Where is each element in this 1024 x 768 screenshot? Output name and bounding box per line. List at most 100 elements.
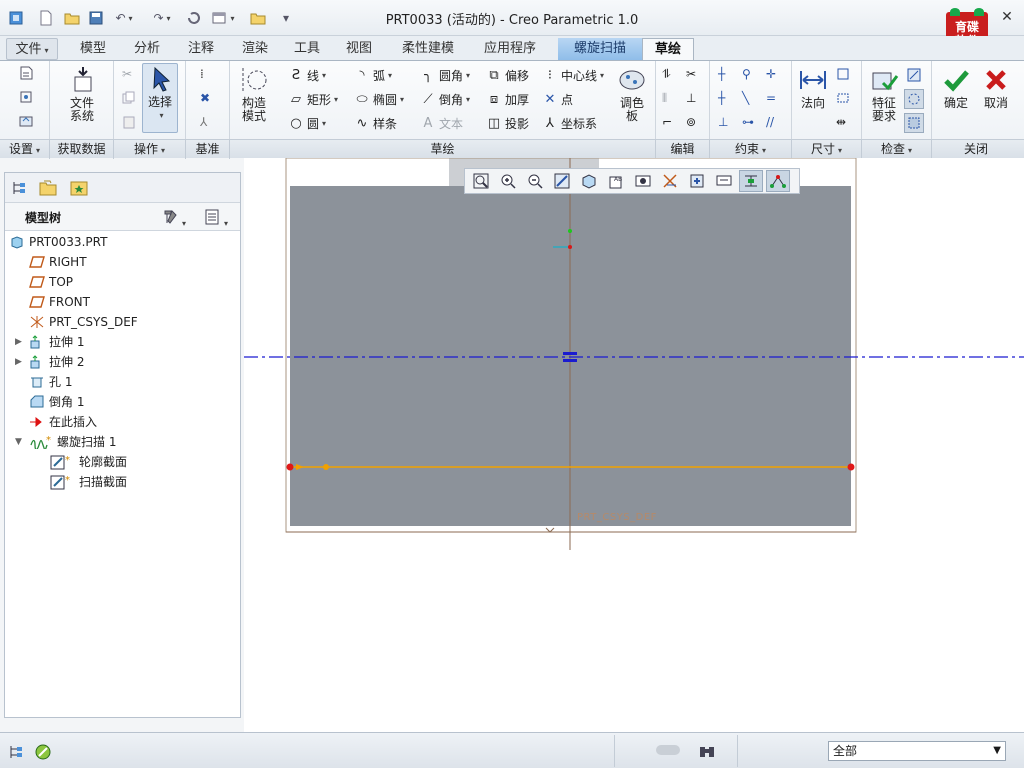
reference-dim-icon[interactable]: [836, 91, 850, 105]
sketch-view-icon[interactable]: [18, 113, 34, 129]
arc-tool[interactable]: ◝ 弧 ▾: [354, 67, 392, 84]
tree-node-csys[interactable]: PRT_CSYS_DEF: [29, 313, 138, 331]
perimeter-icon[interactable]: [836, 67, 850, 81]
zoom-out-icon[interactable]: [523, 170, 547, 192]
tab-annotate[interactable]: 注释: [174, 38, 228, 60]
tab-render[interactable]: 渲染: [228, 38, 282, 60]
endpoint-right[interactable]: [847, 463, 855, 471]
tree-node-part[interactable]: PRT0033.PRT: [9, 233, 107, 251]
selection-filter[interactable]: 全部 ▼: [828, 741, 1006, 761]
select-button[interactable]: 选择 ▾: [142, 63, 178, 133]
project-tool[interactable]: ◫ 投影: [486, 115, 529, 132]
tab-analysis[interactable]: 分析: [120, 38, 174, 60]
references-icon[interactable]: [18, 89, 34, 105]
tree-node-chamfer-1[interactable]: 倒角 1: [29, 393, 84, 411]
file-system-button[interactable]: 文件 系统: [58, 65, 106, 123]
tree-node-sweep-section[interactable]: * 扫描截面: [49, 473, 127, 491]
tangent-constraint-icon[interactable]: ⚲: [742, 67, 751, 81]
divide-icon[interactable]: ✂: [686, 67, 696, 81]
normal-dimension-button[interactable]: 法向: [796, 65, 830, 110]
vertical-constraint-icon[interactable]: ┼: [718, 67, 725, 81]
datum-point-icon[interactable]: ✖: [200, 91, 210, 105]
expand-arrow-icon[interactable]: ▶: [15, 337, 22, 347]
tab-view[interactable]: 视图: [334, 38, 384, 60]
browser-toggle-icon[interactable]: [34, 743, 52, 764]
point-tool[interactable]: ✕ 点: [542, 91, 573, 108]
spline-tool[interactable]: ∿ 样条: [354, 115, 397, 132]
tree-node-front[interactable]: FRONT: [29, 293, 90, 311]
show-options-icon[interactable]: ▾: [203, 208, 228, 229]
group-label-get-data[interactable]: 获取数据: [50, 140, 114, 159]
vertex-display-icon[interactable]: [766, 170, 790, 192]
sketch-dimension-display-icon[interactable]: [739, 170, 763, 192]
tab-tools[interactable]: 工具: [282, 38, 332, 60]
saved-orientations-icon[interactable]: AB: [604, 170, 628, 192]
datum-centerline-icon[interactable]: ⁞: [200, 67, 204, 81]
tab-helical-sweep[interactable]: 螺旋扫描: [558, 38, 642, 60]
construction-mode-button[interactable]: 构造 模式: [234, 65, 274, 123]
fillet-tool[interactable]: ╮ 圆角 ▾: [420, 67, 470, 84]
close-window-button[interactable]: ✕: [996, 6, 1018, 28]
zoom-in-icon[interactable]: [496, 170, 520, 192]
perpendicular-constraint-icon[interactable]: ⊥: [718, 115, 728, 129]
group-label-operations[interactable]: 操作 ▾: [114, 140, 186, 159]
copy-icon[interactable]: [122, 91, 136, 105]
tree-node-helical-sweep-1[interactable]: * 螺旋扫描 1: [29, 433, 116, 451]
group-label-datum[interactable]: 基准: [186, 140, 230, 159]
group-label-sketch[interactable]: 草绘: [230, 140, 656, 159]
tab-model[interactable]: 模型: [66, 38, 120, 60]
cancel-button[interactable]: 取消: [976, 65, 1016, 110]
cut-icon[interactable]: ✂: [122, 67, 132, 81]
select-dropdown-icon[interactable]: ▾: [146, 109, 177, 122]
circle-tool[interactable]: ○ 圆 ▾: [288, 115, 326, 132]
text-tool[interactable]: A 文本: [420, 115, 463, 132]
refit-icon[interactable]: [469, 170, 493, 192]
favorites-tab-icon[interactable]: [69, 179, 89, 200]
tab-sketch[interactable]: 草绘: [642, 38, 694, 60]
highlight-open-ends-icon[interactable]: [904, 89, 924, 109]
overlap-geometry-icon[interactable]: [906, 67, 922, 83]
line-tool[interactable]: Ƨ 线 ▾: [288, 67, 326, 84]
mirror-icon[interactable]: ⫴: [662, 91, 667, 106]
tree-node-right[interactable]: RIGHT: [29, 253, 87, 271]
horizontal-constraint-icon[interactable]: ┼: [718, 91, 725, 105]
tree-settings-icon[interactable]: ▾: [161, 208, 186, 229]
centerline-tool[interactable]: ⁝ 中心线 ▾: [542, 67, 604, 84]
tree-node-extrude-1[interactable]: 拉伸 1: [29, 333, 84, 351]
symmetric-constraint-icon[interactable]: ⊶: [742, 115, 754, 129]
feature-requirements-button[interactable]: 特征 要求: [864, 65, 904, 123]
view-manager-icon[interactable]: [631, 170, 655, 192]
thicken-tool[interactable]: ⧈ 加厚: [486, 91, 529, 108]
group-label-edit[interactable]: 编辑: [656, 140, 710, 159]
binoculars-icon[interactable]: [698, 743, 716, 764]
tab-flexible-modeling[interactable]: 柔性建模: [388, 38, 468, 60]
group-label-constrain[interactable]: 约束 ▾: [710, 140, 792, 159]
graphics-window[interactable]: PRT_CSYS_DEF: [244, 158, 1024, 732]
tab-file[interactable]: 文件 ▾: [6, 38, 58, 60]
rectangle-tool[interactable]: ▱ 矩形 ▾: [288, 91, 338, 108]
tree-node-profile-section[interactable]: * 轮廓截面: [49, 453, 127, 471]
tree-node-insert-here[interactable]: 在此插入: [29, 413, 97, 431]
group-label-settings[interactable]: 设置 ▾: [0, 140, 50, 159]
offset-tool[interactable]: ⧉ 偏移: [486, 67, 529, 84]
folder-browser-tab-icon[interactable]: [39, 179, 59, 200]
coordsys-tool[interactable]: ⅄ 坐标系: [542, 115, 597, 132]
spin-center-icon[interactable]: [685, 170, 709, 192]
delete-segment-icon[interactable]: ⊥: [686, 91, 696, 105]
display-style-icon[interactable]: [577, 170, 601, 192]
endpoint-left[interactable]: [286, 463, 294, 471]
datum-csys-icon[interactable]: ⅄: [200, 115, 207, 129]
ellipse-tool[interactable]: ⬭ 椭圆 ▾: [354, 91, 404, 108]
paste-icon[interactable]: [122, 115, 136, 129]
equal-constraint-icon[interactable]: =: [766, 91, 776, 105]
tree-node-top[interactable]: TOP: [29, 273, 73, 291]
rotate-resize-icon[interactable]: ⊚: [686, 115, 696, 129]
coincident-constraint-icon[interactable]: ╲: [742, 91, 749, 105]
modify-icon[interactable]: ⥮: [662, 67, 671, 82]
model-tree-tab-icon[interactable]: [11, 179, 29, 200]
collapse-arrow-icon[interactable]: ▼: [15, 437, 22, 447]
baseline-icon[interactable]: ⇹: [836, 115, 846, 129]
parallel-constraint-icon[interactable]: //: [766, 115, 774, 129]
expand-arrow-icon[interactable]: ▶: [15, 357, 22, 367]
tree-node-extrude-2[interactable]: 拉伸 2: [29, 353, 84, 371]
